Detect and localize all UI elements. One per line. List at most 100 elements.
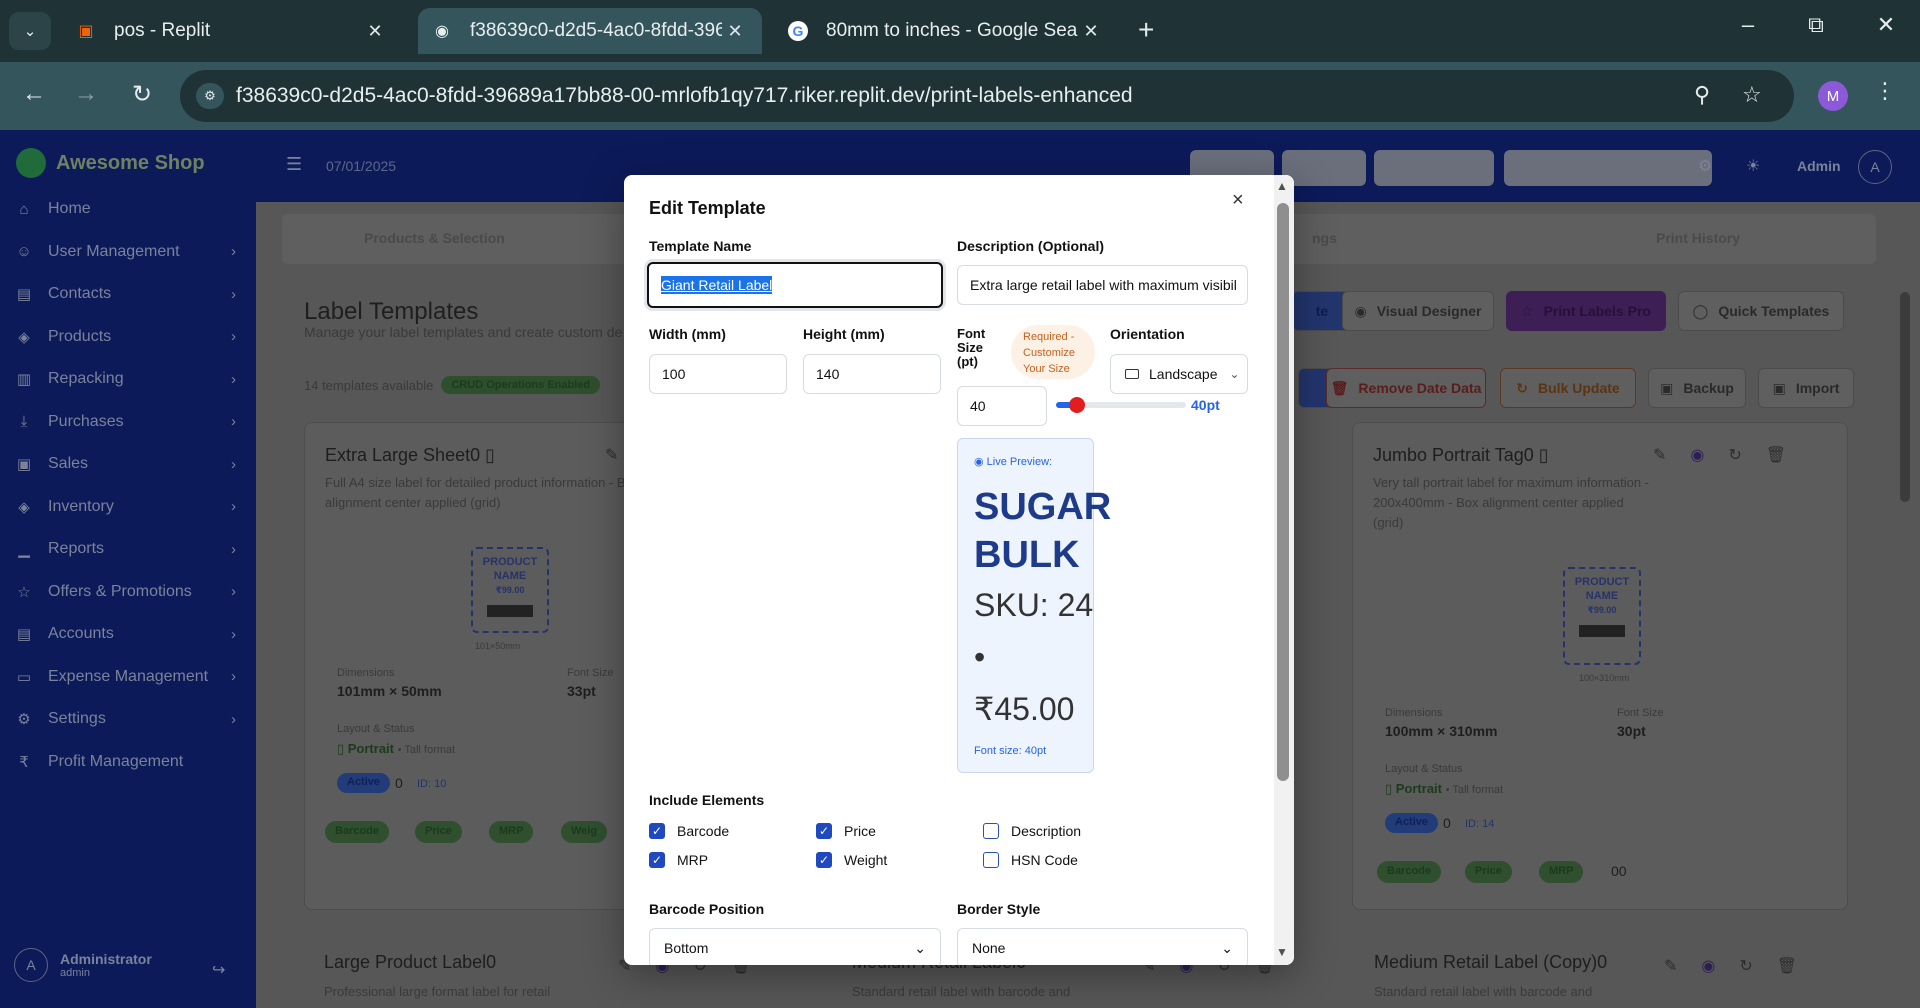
- close-tab-icon[interactable]: ✕: [362, 21, 388, 42]
- quick-templates-button[interactable]: ◯ Quick Templates: [1678, 291, 1844, 331]
- required-note: Required - Customize Your Size: [1011, 325, 1095, 379]
- browser-menu-icon[interactable]: ⋮: [1874, 78, 1896, 104]
- sidebar-item-purchases[interactable]: ⤓ Purchases ›: [14, 407, 244, 437]
- font-size-input[interactable]: 40: [957, 386, 1047, 426]
- card-actions: ✎: [605, 445, 618, 465]
- orientation-select[interactable]: Landscape ⌄: [1110, 354, 1248, 394]
- palette-icon[interactable]: ◉: [1690, 445, 1704, 465]
- visual-designer-button[interactable]: ◉ Visual Designer: [1342, 291, 1494, 331]
- sidebar-item-user-management[interactable]: ☺ User Management ›: [14, 237, 244, 267]
- ledger-icon: ▤: [16, 626, 32, 643]
- palette-icon[interactable]: ◉: [1701, 956, 1715, 976]
- sidebar-item-sales[interactable]: ▣ Sales ›: [14, 449, 244, 479]
- tab-products-selection[interactable]: Products & Selection: [364, 230, 505, 246]
- profile-avatar[interactable]: M: [1818, 81, 1848, 111]
- close-tab-icon[interactable]: ✕: [1078, 21, 1104, 42]
- box-icon: ◈: [18, 328, 30, 346]
- logout-icon[interactable]: ↪: [212, 960, 225, 980]
- width-input[interactable]: 100: [649, 354, 787, 394]
- trash-icon[interactable]: 🗑: [1777, 956, 1797, 976]
- page-scrollbar[interactable]: [1900, 292, 1910, 502]
- template-name-label: Template Name: [649, 238, 752, 254]
- chevron-right-icon: ›: [231, 455, 236, 473]
- menu-toggle-icon[interactable]: ☰: [286, 154, 302, 175]
- modal-scroll-thumb[interactable]: [1277, 203, 1289, 781]
- close-window-icon[interactable]: ✕: [1866, 12, 1906, 38]
- brand[interactable]: Awesome Shop: [16, 148, 205, 178]
- checkbox-label: Weight: [844, 852, 888, 868]
- theme-sun-icon[interactable]: ☀: [1746, 156, 1760, 176]
- sidebar-item-home[interactable]: ⌂ Home: [14, 194, 244, 224]
- reload-icon[interactable]: ↻: [124, 80, 160, 109]
- omnibox[interactable]: ⚙ f38639c0-d2d5-4ac0-8fdd-39689a17bb88-0…: [180, 70, 1794, 122]
- remove-date-data-button[interactable]: 🗑 Remove Date Data: [1326, 368, 1486, 408]
- sidebar-item-contacts[interactable]: ▤ Contacts ›: [14, 279, 244, 309]
- tab-settings[interactable]: ngs: [1312, 230, 1337, 246]
- height-input[interactable]: 140: [803, 354, 941, 394]
- sidebar-item-accounts[interactable]: ▤ Accounts ›: [14, 619, 244, 649]
- preview-price: ₹45.00: [974, 691, 1075, 727]
- back-icon[interactable]: ←: [16, 80, 52, 108]
- create-template-label: te: [1315, 303, 1329, 319]
- sidebar-item-offers-promotions[interactable]: ☆ Offers & Promotions ›: [14, 577, 244, 607]
- checkbox-price[interactable]: ✓ Price: [816, 823, 876, 839]
- layout-status-label: Layout & Status: [1385, 763, 1463, 775]
- thumb-price: ₹99.00: [1587, 605, 1617, 615]
- forward-icon[interactable]: →: [68, 80, 104, 108]
- card-title[interactable]: Large Product Label0: [324, 952, 496, 973]
- topbar-button-4[interactable]: [1504, 150, 1712, 186]
- restore-icon[interactable]: ⧉: [1796, 12, 1836, 38]
- sidebar-item-profit-management[interactable]: ₹ Profit Management: [14, 747, 244, 777]
- checkbox-weight[interactable]: ✓ Weight: [816, 852, 887, 868]
- close-icon[interactable]: ×: [1232, 189, 1244, 212]
- sidebar-item-repacking[interactable]: ▥ Repacking ›: [14, 364, 244, 394]
- close-tab-icon[interactable]: ✕: [722, 21, 748, 42]
- minimize-icon[interactable]: –: [1728, 12, 1768, 38]
- sidebar-item-expense-management[interactable]: ▭ Expense Management ›: [14, 662, 244, 692]
- checkbox-barcode[interactable]: ✓ Barcode: [649, 823, 729, 839]
- topbar-button-3[interactable]: [1374, 150, 1494, 186]
- chevron-right-icon: ›: [231, 583, 236, 600]
- font-size-slider-handle[interactable]: [1068, 397, 1085, 413]
- tab-app[interactable]: ◉ f38639c0-d2d5-4ac0-8fdd-3968 ✕: [418, 8, 762, 54]
- tab-search-chevron-icon[interactable]: ⌄: [9, 12, 51, 50]
- import-button[interactable]: ▣ Import: [1758, 368, 1854, 408]
- checkbox-hsn-code[interactable]: HSN Code: [983, 852, 1078, 868]
- scroll-up-icon[interactable]: ▲: [1276, 179, 1288, 193]
- bell-icon[interactable]: ⚙: [1698, 156, 1712, 176]
- refresh-icon[interactable]: ↻: [1739, 956, 1752, 976]
- barcode-position-select[interactable]: Bottom ⌄: [649, 928, 941, 965]
- edit-icon[interactable]: ✎: [1653, 445, 1666, 465]
- section-title: Label Templates: [304, 298, 479, 325]
- tab-google[interactable]: G 80mm to inches - Google Searc ✕: [774, 8, 1118, 54]
- refresh-icon[interactable]: ↻: [1728, 445, 1741, 465]
- sidebar-item-settings[interactable]: ⚙ Settings ›: [14, 704, 244, 734]
- template-card[interactable]: Jumbo Portrait Tag0 ▯ Very tall portrait…: [1352, 422, 1848, 910]
- print-labels-pro-button[interactable]: ☆ Print Labels Pro: [1506, 291, 1666, 331]
- tab-print-history[interactable]: Print History: [1656, 230, 1740, 246]
- card-title[interactable]: Medium Retail Label (Copy)0: [1374, 952, 1607, 973]
- edit-icon[interactable]: ✎: [1664, 956, 1677, 976]
- trash-icon[interactable]: 🗑: [1766, 445, 1786, 465]
- sidebar-item-products[interactable]: ◈ Products ›: [14, 322, 244, 352]
- new-tab-icon[interactable]: +: [1138, 14, 1154, 46]
- bulk-update-button[interactable]: ↻ Bulk Update: [1500, 368, 1636, 408]
- backup-button[interactable]: ▣ Backup: [1648, 368, 1746, 408]
- checkbox-description[interactable]: Description: [983, 823, 1081, 839]
- tab-replit[interactable]: ▣ pos - Replit ✕: [62, 8, 402, 54]
- zoom-icon[interactable]: ⚲: [1694, 82, 1710, 108]
- admin-avatar[interactable]: A: [1858, 150, 1892, 184]
- description-input[interactable]: Extra large retail label with maximum vi…: [957, 265, 1248, 305]
- edit-icon[interactable]: ✎: [605, 445, 618, 465]
- site-settings-icon[interactable]: ⚙: [196, 83, 224, 109]
- bookmark-star-icon[interactable]: ☆: [1742, 82, 1762, 108]
- unchecked-checkbox-icon: [983, 823, 999, 839]
- checkbox-mrp[interactable]: ✓ MRP: [649, 852, 708, 868]
- sidebar-item-reports[interactable]: ▁ Reports ›: [14, 534, 244, 564]
- border-style-select[interactable]: None ⌄: [957, 928, 1248, 965]
- topbar-button-2[interactable]: [1282, 150, 1366, 186]
- sidebar-item-inventory[interactable]: ◈ Inventory ›: [14, 492, 244, 522]
- scroll-down-icon[interactable]: ▼: [1276, 945, 1288, 959]
- url-text[interactable]: f38639c0-d2d5-4ac0-8fdd-39689a17bb88-00-…: [236, 84, 1133, 108]
- template-name-input[interactable]: Giant Retail Label: [647, 262, 943, 308]
